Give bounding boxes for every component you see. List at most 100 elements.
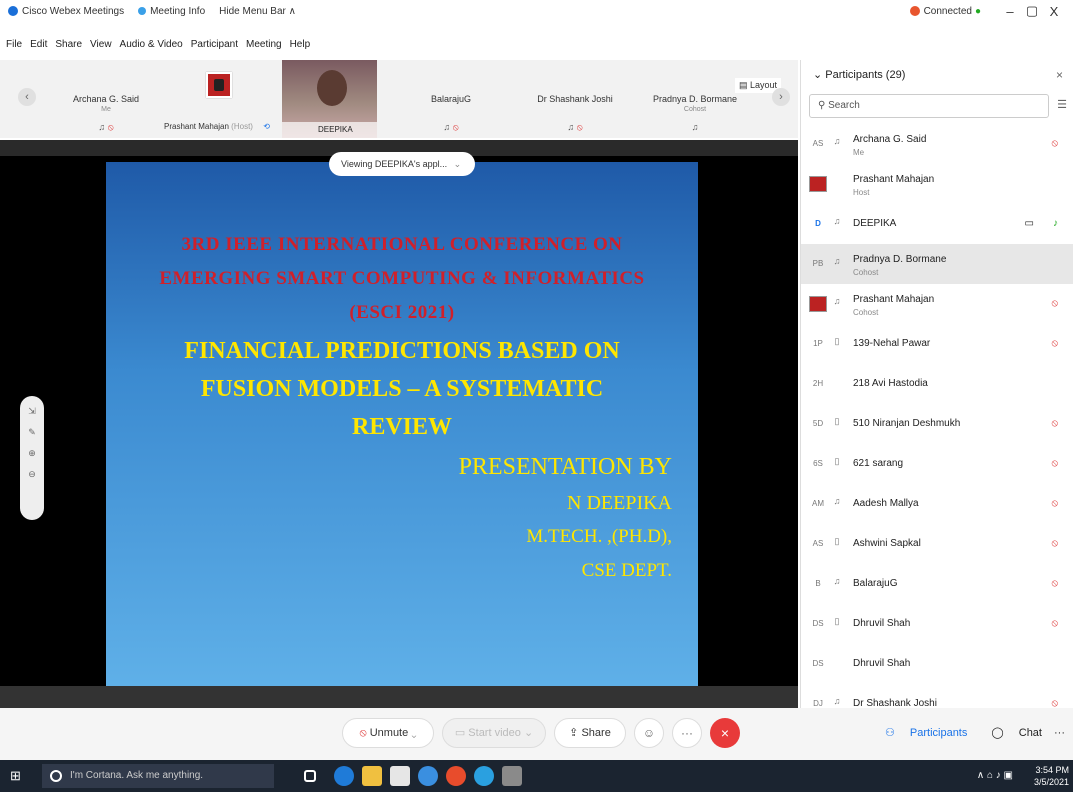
strip-prev-button[interactable]: ‹ (18, 88, 36, 106)
sort-icon[interactable]: ☰ (1057, 98, 1067, 111)
chrome-icon[interactable] (446, 766, 466, 786)
phone-icon: ▯ (834, 616, 840, 626)
webex-taskbar-icon[interactable] (474, 766, 494, 786)
search-input[interactable]: ⚲ Search (809, 94, 1049, 118)
windows-start-icon[interactable]: ⊞ (10, 768, 26, 784)
annotate-icon[interactable]: ✎ (20, 427, 44, 438)
list-item[interactable]: 5D ▯ 510 Niranjan Deshmukh ⦸ (801, 404, 1073, 444)
phone-icon: ▯ (834, 456, 840, 466)
fit-icon[interactable]: ⇲ (20, 406, 44, 417)
muted-mic-icon[interactable]: ⦸ (1051, 418, 1058, 429)
tile-balarajug[interactable]: BalarajuG ♫ ⦸ (396, 60, 506, 138)
list-item[interactable]: 2H 218 Avi Hastodia (801, 364, 1073, 404)
close-window-button[interactable]: X (1043, 4, 1065, 19)
list-item[interactable]: 6S ▯ 621 sarang ⦸ (801, 444, 1073, 484)
strip-next-button[interactable]: › (772, 88, 790, 106)
slide-presentation-by: PRESENTATION BY (458, 454, 672, 480)
connection-status[interactable]: Connected ● (909, 6, 981, 17)
participant-video (317, 70, 347, 106)
participant-list: AS ♫ Archana G. Said Me ⦸ Prashant Mahaj… (801, 124, 1073, 724)
list-item[interactable]: Prashant Mahajan Host (801, 164, 1073, 204)
minimize-button[interactable]: – (999, 4, 1021, 19)
leave-meeting-button[interactable]: × (710, 718, 740, 748)
chevron-down-icon: ⌄ (411, 727, 417, 739)
system-tray[interactable]: ∧ ⌂ ♪ ▣ (977, 770, 1013, 781)
chevron-down-icon: ⌄ (813, 69, 823, 81)
chat-tab[interactable]: ◯ Chat (979, 726, 1042, 739)
meeting-toolbar: ⦸ Unmute ⌄ ▭ Start video ⌄ ⇪ Share ☺ ···… (0, 708, 1073, 760)
menu-audio-video[interactable]: Audio & Video (120, 39, 183, 50)
reactions-button[interactable]: ☺ (634, 718, 664, 748)
tile-shashank[interactable]: Dr Shashank Joshi ♫ ⦸ (520, 60, 630, 138)
audio-icon: ♫ (833, 496, 841, 506)
list-item[interactable]: B ♫ BalarajuG ⦸ (801, 564, 1073, 604)
muted-mic-icon[interactable]: ⦸ (1051, 458, 1058, 469)
list-item[interactable]: 1P ▯ 139-Nehal Pawar ⦸ (801, 324, 1073, 364)
participants-tab[interactable]: ⚇ Participants (873, 726, 967, 739)
panel-title[interactable]: ⌄ Participants (29) (813, 68, 905, 81)
muted-mic-icon[interactable]: ⦸ (1051, 618, 1058, 629)
list-item[interactable]: PB ♫ Pradnya D. Bormane Cohost (801, 244, 1073, 284)
unmute-button[interactable]: ⦸ Unmute ⌄ (342, 718, 434, 748)
paint-icon[interactable] (502, 766, 522, 786)
slide-title-line-1: FINANCIAL PREDICTIONS BASED ON (184, 338, 620, 364)
list-item[interactable]: ♫ Prashant Mahajan Cohost ⦸ (801, 284, 1073, 324)
muted-mic-icon[interactable]: ⦸ (1051, 338, 1058, 349)
menu-file[interactable]: File (6, 39, 22, 50)
edge-icon[interactable] (334, 766, 354, 786)
muted-mic-icon[interactable]: ⦸ (1051, 138, 1058, 149)
task-view-icon[interactable] (304, 770, 316, 782)
start-video-button[interactable]: ▭ Start video ⌄ (442, 718, 546, 748)
menu-bar: File Edit Share View Audio & Video Parti… (0, 36, 318, 52)
slide-conference-line-1: 3RD IEEE INTERNATIONAL CONFERENCE ON (181, 234, 623, 255)
tile-archana[interactable]: Archana G. Said Me ♫ ⦸ (56, 60, 156, 138)
connection-icon (909, 6, 920, 16)
list-item[interactable]: DS Dhruvil Shah (801, 644, 1073, 684)
close-panel-button[interactable]: × (1056, 68, 1063, 82)
info-icon (138, 7, 147, 15)
share-indicator-icon: ⟲ (263, 122, 270, 131)
list-item[interactable]: AM ♫ Aadesh Mallya ⦸ (801, 484, 1073, 524)
menu-help[interactable]: Help (290, 39, 311, 50)
list-item[interactable]: AS ▯ Ashwini Sapkal ⦸ (801, 524, 1073, 564)
audio-icon: ♫ (98, 122, 106, 132)
meeting-info-button[interactable]: Meeting Info (138, 6, 205, 17)
audio-icon: ♫ (833, 256, 841, 266)
zoom-out-icon[interactable]: ⊖ (20, 469, 44, 480)
hide-menu-bar-button[interactable]: Hide Menu Bar ∧ (219, 6, 296, 17)
maximize-button[interactable]: ▢ (1021, 3, 1043, 19)
webex-logo-icon (8, 6, 18, 16)
slide-conference-line-3: (ESCI 2021) (349, 302, 455, 323)
cortana-search-box[interactable]: I'm Cortana. Ask me anything. (42, 764, 274, 788)
menu-edit[interactable]: Edit (30, 39, 47, 50)
zoom-in-icon[interactable]: ⊕ (20, 448, 44, 459)
share-button[interactable]: ⇪ Share (554, 718, 626, 748)
list-item[interactable]: D ♫ DEEPIKA ▭ ♪ (801, 204, 1073, 244)
more-panels-button[interactable]: ··· (1054, 727, 1065, 739)
menu-participant[interactable]: Participant (191, 39, 238, 50)
viewing-dropdown[interactable]: Viewing DEEPIKA's appl... ⌄ (329, 152, 475, 176)
muted-mic-icon[interactable]: ⦸ (1051, 538, 1058, 549)
muted-mic-icon[interactable]: ⦸ (1051, 298, 1058, 309)
browser-icon[interactable] (418, 766, 438, 786)
panel-tabs: ⚇ Participants ◯ Chat ··· (861, 726, 1065, 740)
menu-view[interactable]: View (90, 39, 112, 50)
list-item[interactable]: AS ♫ Archana G. Said Me ⦸ (801, 124, 1073, 164)
cortana-icon (50, 770, 62, 782)
muted-mic-icon[interactable]: ⦸ (1051, 498, 1058, 509)
phone-icon: ▯ (834, 336, 840, 346)
menu-meeting[interactable]: Meeting (246, 39, 282, 50)
store-icon[interactable] (390, 766, 410, 786)
muted-mic-icon: ⦸ (359, 727, 367, 739)
more-options-button[interactable]: ··· (672, 718, 702, 748)
menu-share[interactable]: Share (55, 39, 82, 50)
taskbar-clock[interactable]: 3:54 PM 3/5/2021 (1034, 764, 1069, 788)
file-explorer-icon[interactable] (362, 766, 382, 786)
list-item[interactable]: DS ▯ Dhruvil Shah ⦸ (801, 604, 1073, 644)
mic-active-icon[interactable]: ♪ (1053, 218, 1058, 229)
slide-title-line-3: REVIEW (351, 414, 453, 440)
audio-icon: ♫ (691, 122, 699, 132)
muted-mic-icon[interactable]: ⦸ (1051, 578, 1058, 589)
tile-pradnya[interactable]: Pradnya D. Bormane Cohost ♫ (640, 60, 750, 138)
institute-logo-icon (206, 72, 232, 98)
